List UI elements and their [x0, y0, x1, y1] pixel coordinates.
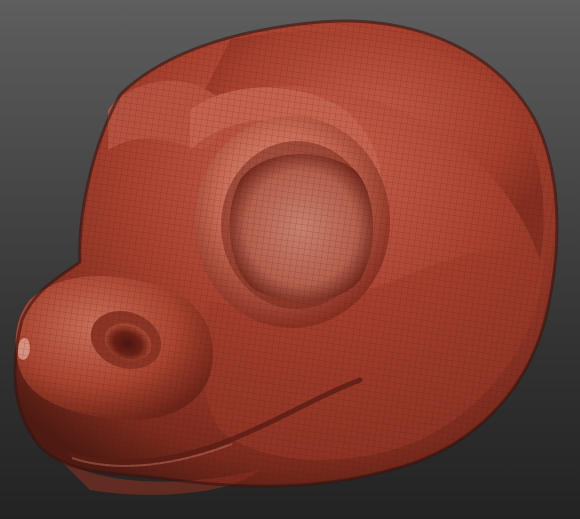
sculpt-render	[13, 19, 559, 495]
creature-head	[13, 19, 559, 495]
sculpt-viewport[interactable]	[0, 0, 580, 519]
